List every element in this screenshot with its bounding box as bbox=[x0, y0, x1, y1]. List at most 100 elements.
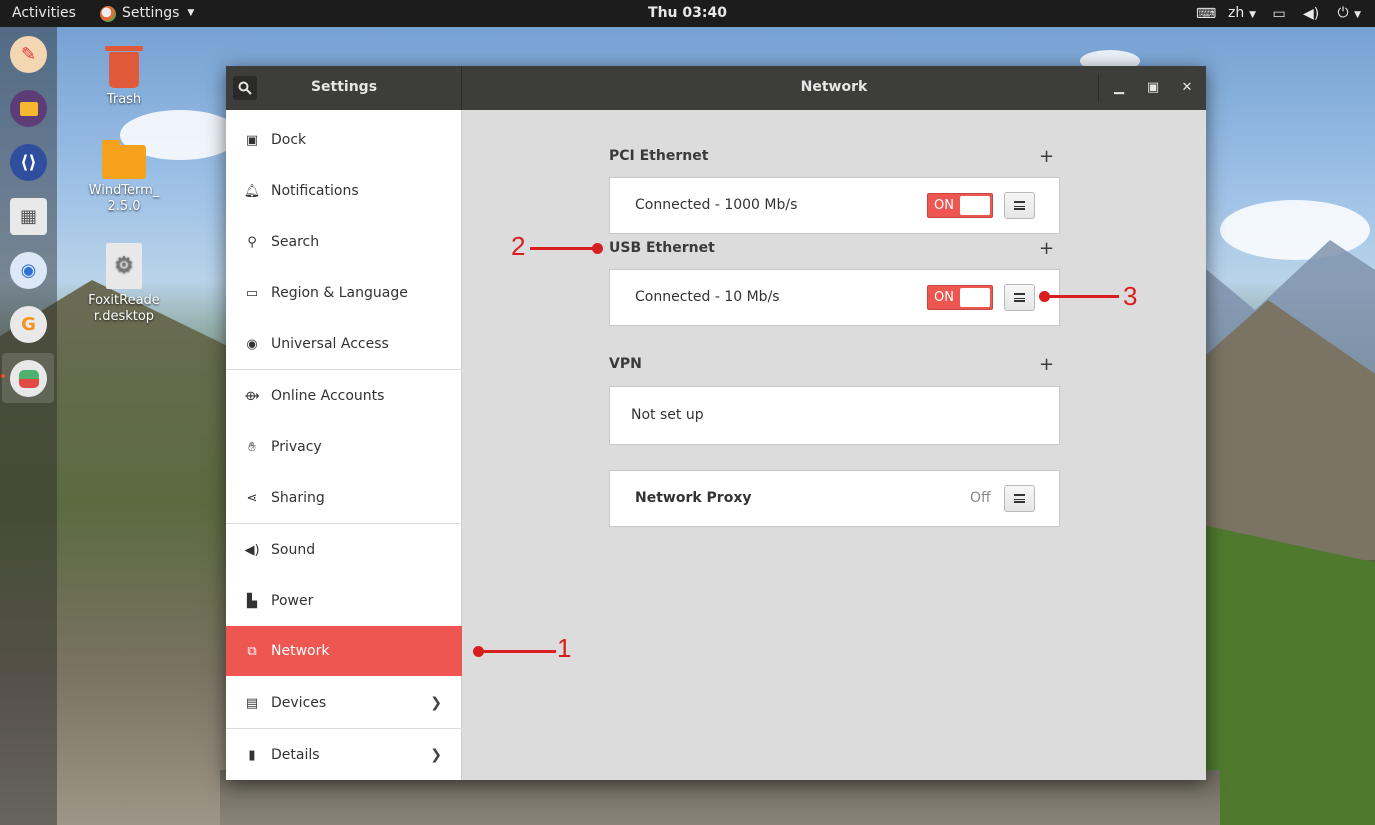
header-separator bbox=[1098, 74, 1099, 102]
files-icon[interactable] bbox=[10, 90, 47, 127]
maximize-button[interactable]: ▣ bbox=[1143, 78, 1163, 98]
sidebar-item-region-language[interactable]: ▭ Region & Language bbox=[226, 268, 462, 318]
running-indicator bbox=[1, 374, 5, 378]
gear-file-icon: ⚙ bbox=[106, 243, 142, 289]
annotation-dot-2 bbox=[592, 243, 603, 254]
sidebar-item-notifications[interactable]: 🔔︎ Notifications bbox=[226, 166, 462, 216]
sidebar-title: Settings bbox=[310, 79, 378, 95]
info-icon: ▮ bbox=[248, 747, 256, 763]
vpn-row: Not set up bbox=[609, 386, 1060, 445]
annotation-number-2: 2 bbox=[511, 231, 526, 261]
volume-icon[interactable]: ◀) bbox=[1302, 5, 1320, 24]
annotation-line-1 bbox=[478, 650, 556, 653]
calculator-icon[interactable]: ▦ bbox=[10, 198, 47, 235]
search-button[interactable] bbox=[233, 76, 257, 100]
sidebar-item-sound[interactable]: ◀) Sound bbox=[226, 525, 462, 575]
section-title-pci: PCI Ethernet bbox=[609, 148, 709, 164]
chrome-icon[interactable]: ◉ bbox=[10, 252, 47, 289]
dock-icon: ▣ bbox=[245, 132, 259, 148]
sidebar-item-label: Dock bbox=[271, 132, 307, 148]
dock: ✎ ⟨⟩ ▦ ◉ G bbox=[0, 27, 57, 825]
proxy-title: Network Proxy bbox=[635, 490, 752, 506]
desktop-icon-trash[interactable]: Trash bbox=[79, 46, 169, 108]
sidebar-item-label: Power bbox=[271, 593, 314, 609]
sidebar-item-details[interactable]: ▮ Details ❯ bbox=[226, 730, 462, 780]
chevron-right-icon: ❯ bbox=[430, 695, 442, 711]
sidebar-item-label: Sound bbox=[271, 542, 316, 558]
sidebar-item-network[interactable]: ⧉ Network bbox=[226, 626, 462, 676]
minimize-icon: ▁ bbox=[1114, 80, 1124, 95]
menu-icon bbox=[1014, 201, 1025, 210]
sidebar-item-label: Universal Access bbox=[271, 336, 389, 352]
desktop-icon-label: WindTerm_ 2.5.0 bbox=[88, 183, 160, 214]
add-vpn-button[interactable]: + bbox=[1039, 356, 1054, 374]
settings-window: Settings Network ▁ ▣ ✕ ▣ Dock 🔔︎ Notific… bbox=[226, 66, 1206, 780]
vscode-icon[interactable]: ⟨⟩ bbox=[10, 144, 47, 181]
desktop-icon-windterm[interactable]: WindTerm_ 2.5.0 bbox=[79, 140, 169, 215]
connection-status: Connected - 10 Mb/s bbox=[635, 289, 780, 305]
display-icon[interactable]: ▭ bbox=[1270, 5, 1288, 24]
switch-label: ON bbox=[934, 290, 954, 305]
annotation-line-2 bbox=[530, 247, 596, 250]
sidebar: ▣ Dock 🔔︎ Notifications ⚲ Search ▭ Regio… bbox=[226, 110, 462, 780]
sidebar-item-online-accounts[interactable]: ⟴ Online Accounts bbox=[226, 371, 462, 421]
maximize-icon: ▣ bbox=[1146, 80, 1160, 95]
proxy-state: Off bbox=[970, 490, 991, 506]
annotation-line-3 bbox=[1045, 295, 1119, 298]
power-menu[interactable]: ⏻ ▼ bbox=[1334, 4, 1361, 25]
chevron-down-icon: ▼ bbox=[1246, 10, 1257, 20]
keyboard-icon[interactable]: ⌨ bbox=[1196, 5, 1216, 24]
sidebar-item-power[interactable]: ▙ Power bbox=[226, 576, 462, 626]
drawing-app-icon[interactable]: ✎ bbox=[10, 36, 47, 73]
menu-icon bbox=[1014, 293, 1025, 302]
proxy-settings-button[interactable] bbox=[1004, 485, 1035, 512]
power-plug-icon: ▙ bbox=[247, 593, 257, 609]
clock[interactable]: Thu 03:40 bbox=[0, 4, 1375, 23]
sidebar-item-search[interactable]: ⚲ Search bbox=[226, 217, 462, 267]
header-bar: Settings Network ▁ ▣ ✕ bbox=[226, 66, 1206, 110]
usb-ethernet-row: Connected - 10 Mb/s ON bbox=[609, 269, 1060, 326]
section-title-usb: USB Ethernet bbox=[609, 240, 715, 256]
pci-ethernet-switch[interactable]: ON bbox=[927, 193, 993, 218]
pci-settings-button[interactable] bbox=[1004, 192, 1035, 219]
usb-ethernet-switch[interactable]: ON bbox=[927, 285, 993, 310]
network-proxy-row[interactable]: Network Proxy Off bbox=[609, 470, 1060, 527]
folder-icon bbox=[102, 140, 146, 179]
sidebar-item-dock[interactable]: ▣ Dock bbox=[226, 115, 462, 165]
sidebar-item-label: Devices bbox=[271, 695, 327, 711]
menu-icon bbox=[1014, 494, 1025, 503]
connection-status: Connected - 1000 Mb/s bbox=[635, 197, 798, 213]
top-bar: Activities Settings ▼ Thu 03:40 ⌨ zh ▼ ▭… bbox=[0, 0, 1375, 27]
devices-icon: ▤ bbox=[245, 695, 259, 711]
sidebar-item-label: Details bbox=[271, 747, 320, 763]
vpn-status: Not set up bbox=[631, 407, 704, 423]
flag-icon: ▭ bbox=[245, 285, 259, 301]
add-pci-button[interactable]: + bbox=[1039, 148, 1054, 166]
speaker-icon: ◀) bbox=[244, 542, 260, 558]
network-panel: PCI Ethernet + Connected - 1000 Mb/s ON … bbox=[463, 110, 1206, 780]
annotation-number-3: 3 bbox=[1123, 281, 1138, 311]
system-tray[interactable]: ⌨ zh ▼ ▭ ◀) ⏻ ▼ bbox=[1196, 4, 1361, 25]
chevron-right-icon: ❯ bbox=[430, 747, 442, 763]
switch-label: ON bbox=[934, 198, 954, 213]
plus-icon: + bbox=[1039, 354, 1055, 375]
chevron-down-icon: ▼ bbox=[1354, 10, 1361, 20]
sidebar-divider bbox=[226, 369, 462, 370]
minimize-button[interactable]: ▁ bbox=[1109, 78, 1129, 98]
settings-toggle-icon[interactable] bbox=[10, 360, 47, 397]
sidebar-item-devices[interactable]: ▤ Devices ❯ bbox=[226, 678, 462, 728]
foxit-icon[interactable]: G bbox=[10, 306, 47, 343]
sidebar-item-universal-access[interactable]: ◉ Universal Access bbox=[226, 319, 462, 369]
sidebar-item-sharing[interactable]: ⋖ Sharing bbox=[226, 473, 462, 523]
close-icon: ✕ bbox=[1181, 80, 1193, 95]
accessibility-icon: ◉ bbox=[246, 336, 258, 352]
trash-icon bbox=[105, 46, 143, 88]
input-language[interactable]: zh ▼ bbox=[1228, 4, 1256, 25]
desktop-icon-label: FoxitReade r.desktop bbox=[88, 293, 160, 324]
sidebar-item-privacy[interactable]: ✋︎ Privacy bbox=[226, 422, 462, 472]
usb-settings-button[interactable] bbox=[1004, 284, 1035, 311]
close-button[interactable]: ✕ bbox=[1177, 78, 1197, 98]
section-title-vpn: VPN bbox=[609, 356, 642, 372]
add-usb-button[interactable]: + bbox=[1039, 240, 1054, 258]
desktop-icon-foxitreader[interactable]: ⚙ FoxitReade r.desktop bbox=[79, 243, 169, 325]
